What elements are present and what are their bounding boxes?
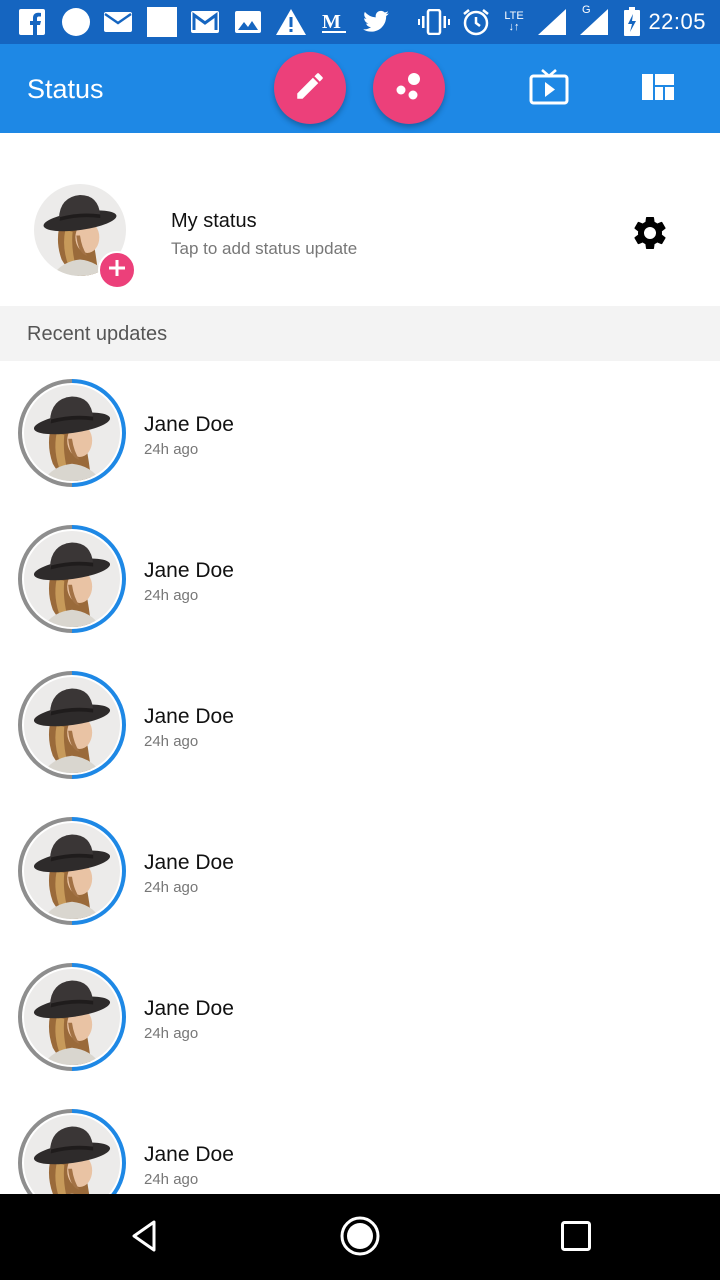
- list-item[interactable]: Jane Doe 24h ago: [0, 799, 720, 945]
- vibrate-icon: [418, 6, 450, 38]
- warning-icon: [275, 6, 307, 38]
- update-time: 24h ago: [144, 1025, 199, 1042]
- contact-name: Jane Doe: [144, 851, 234, 874]
- add-status-button[interactable]: [373, 52, 445, 124]
- add-badge: [98, 251, 136, 289]
- list-item[interactable]: Jane Doe 24h ago: [0, 361, 720, 507]
- back-button[interactable]: [120, 1214, 168, 1262]
- twitter-icon: [360, 6, 392, 38]
- signal-icon: [536, 6, 568, 38]
- contact-name: Jane Doe: [144, 705, 234, 728]
- settings-button[interactable]: [628, 213, 672, 257]
- avatar: [24, 531, 120, 627]
- contact-name: Jane Doe: [144, 559, 234, 582]
- tv-icon: [528, 68, 570, 111]
- recents-button[interactable]: [552, 1214, 600, 1262]
- contact-name: Jane Doe: [144, 997, 234, 1020]
- facebook-icon: [16, 6, 48, 38]
- dashboard-button[interactable]: [635, 66, 681, 112]
- home-icon: [339, 1215, 381, 1262]
- app-bar: Status: [0, 44, 720, 133]
- status-bar: M LTE ↓↑ G 22:05: [0, 0, 720, 44]
- my-status-title: My status: [171, 210, 257, 232]
- update-time: 24h ago: [144, 441, 199, 458]
- circle-icon: [60, 6, 92, 38]
- section-title: Recent updates: [27, 323, 168, 345]
- dots-icon: [391, 68, 427, 109]
- back-icon: [126, 1218, 162, 1259]
- navigation-bar: [0, 1194, 720, 1280]
- my-avatar: [34, 184, 136, 289]
- medium-icon: M: [318, 6, 350, 38]
- avatar: [24, 677, 120, 773]
- page-title: Status: [27, 74, 104, 104]
- my-status-row[interactable]: My status Tap to add status update: [0, 133, 720, 306]
- avatar: [24, 823, 120, 919]
- dashboard-icon: [642, 73, 674, 105]
- avatar: [24, 385, 120, 481]
- alarm-icon: [460, 6, 492, 38]
- svg-text:M: M: [322, 11, 341, 33]
- update-time: 24h ago: [144, 1171, 199, 1188]
- update-time: 24h ago: [144, 733, 199, 750]
- mail-icon: [102, 6, 134, 38]
- update-time: 24h ago: [144, 587, 199, 604]
- recents-icon: [560, 1220, 592, 1257]
- image-icon: [232, 6, 264, 38]
- gear-icon: [630, 213, 670, 258]
- list-item[interactable]: Jane Doe 24h ago: [0, 653, 720, 799]
- update-time: 24h ago: [144, 879, 199, 896]
- plus-icon: [107, 258, 127, 283]
- clock: 22:05: [648, 9, 706, 34]
- gmail-icon: [189, 6, 221, 38]
- list-item[interactable]: Jane Doe 24h ago: [0, 1091, 720, 1194]
- recent-updates-header: Recent updates: [0, 306, 720, 361]
- list-item[interactable]: Jane Doe 24h ago: [0, 945, 720, 1091]
- data-arrows-icon: ↓↑: [508, 21, 520, 33]
- contact-name: Jane Doe: [144, 413, 234, 436]
- list-item[interactable]: Jane Doe 24h ago: [0, 507, 720, 653]
- avatar: [24, 969, 120, 1065]
- square-icon: [146, 6, 178, 38]
- my-status-subtitle: Tap to add status update: [171, 239, 358, 258]
- lte-indicator: LTE ↓↑: [498, 6, 530, 38]
- recent-updates-list[interactable]: Jane Doe 24h ago Jane Doe 24h ago Jane D…: [0, 361, 720, 1194]
- pencil-icon: [293, 69, 327, 108]
- tv-button[interactable]: [526, 66, 572, 112]
- battery-icon: [616, 6, 648, 38]
- compose-text-button[interactable]: [274, 52, 346, 124]
- home-button[interactable]: [336, 1214, 384, 1262]
- signal-g-label: G: [582, 4, 591, 16]
- contact-name: Jane Doe: [144, 1143, 234, 1166]
